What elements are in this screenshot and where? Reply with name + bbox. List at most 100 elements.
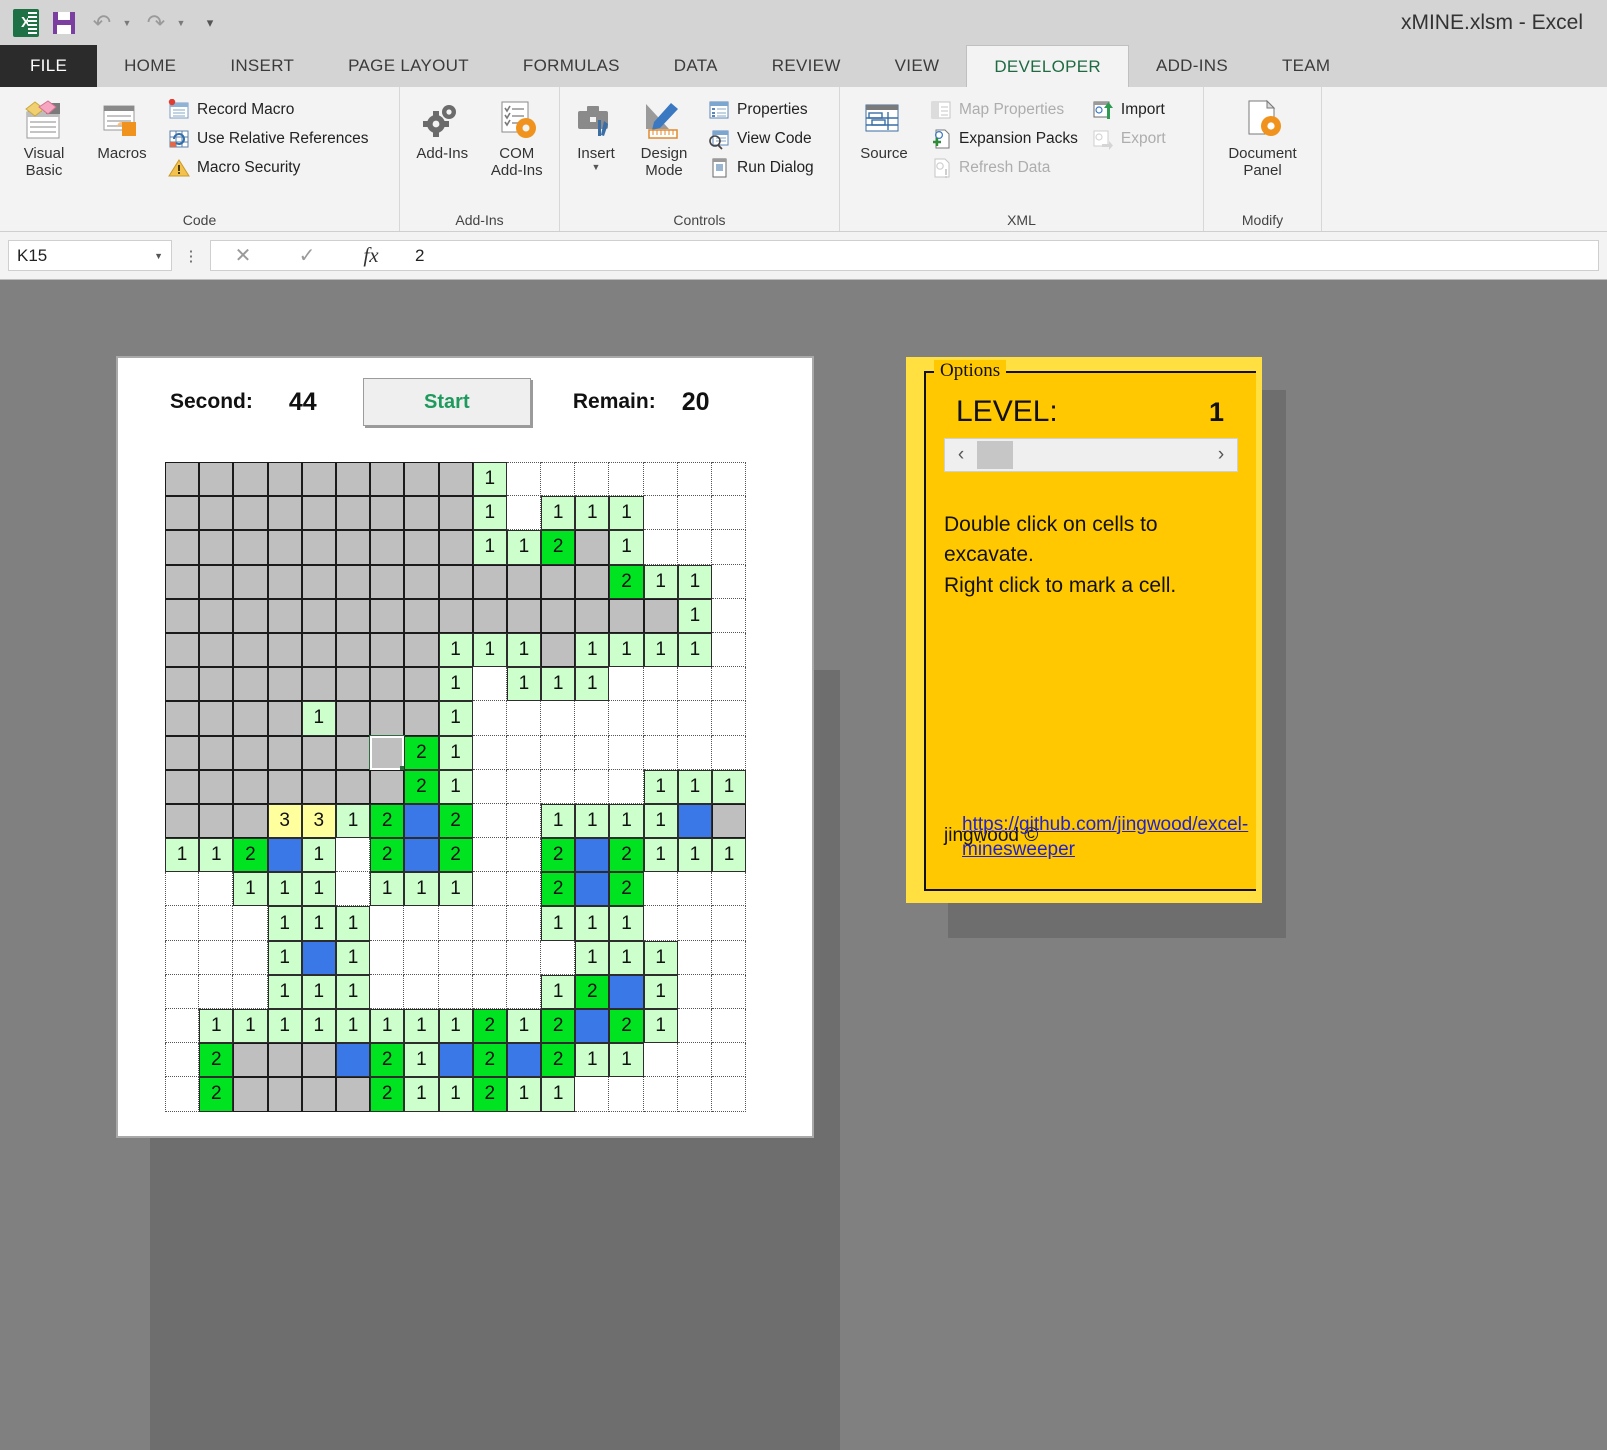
grid-cell[interactable]: 1 xyxy=(404,1077,438,1111)
grid-cell[interactable] xyxy=(439,975,473,1009)
tab-review[interactable]: REVIEW xyxy=(745,45,868,87)
grid-cell[interactable]: 1 xyxy=(575,941,609,975)
grid-cell[interactable] xyxy=(609,736,643,770)
grid-cell[interactable] xyxy=(439,530,473,564)
grid-cell[interactable] xyxy=(609,975,643,1009)
grid-cell[interactable] xyxy=(712,633,746,667)
grid-cell[interactable] xyxy=(575,770,609,804)
grid-cell[interactable] xyxy=(507,599,541,633)
grid-cell[interactable] xyxy=(678,1077,712,1111)
grid-cell[interactable] xyxy=(644,530,678,564)
grid-cell[interactable] xyxy=(302,736,336,770)
grid-cell[interactable] xyxy=(370,701,404,735)
grid-cell[interactable]: 1 xyxy=(678,770,712,804)
grid-cell[interactable]: 1 xyxy=(302,906,336,940)
grid-cell[interactable] xyxy=(233,633,267,667)
grid-cell[interactable] xyxy=(199,872,233,906)
grid-cell[interactable]: 1 xyxy=(678,838,712,872)
grid-cell[interactable] xyxy=(507,975,541,1009)
grid-cell[interactable]: 1 xyxy=(609,530,643,564)
grid-cell[interactable] xyxy=(678,906,712,940)
grid-cell[interactable] xyxy=(370,975,404,1009)
grid-cell[interactable] xyxy=(473,975,507,1009)
grid-cell[interactable] xyxy=(473,770,507,804)
grid-cell[interactable] xyxy=(233,701,267,735)
grid-cell[interactable] xyxy=(644,701,678,735)
grid-cell[interactable] xyxy=(165,496,199,530)
grid-cell[interactable] xyxy=(439,1043,473,1077)
grid-cell[interactable] xyxy=(507,462,541,496)
grid-cell[interactable] xyxy=(199,906,233,940)
grid-cell[interactable] xyxy=(302,496,336,530)
grid-cell[interactable]: 1 xyxy=(336,941,370,975)
grid-cell[interactable] xyxy=(165,565,199,599)
grid-cell[interactable] xyxy=(609,599,643,633)
grid-cell[interactable] xyxy=(575,701,609,735)
grid-cell[interactable] xyxy=(644,1043,678,1077)
grid-cell[interactable] xyxy=(233,941,267,975)
record-macro-button[interactable]: Record Macro xyxy=(164,97,372,123)
grid-cell[interactable]: 1 xyxy=(439,701,473,735)
grid-cell[interactable] xyxy=(609,770,643,804)
grid-cell[interactable] xyxy=(233,565,267,599)
use-relative-references-button[interactable]: Use Relative References xyxy=(164,126,372,152)
grid-cell[interactable] xyxy=(302,565,336,599)
grid-cell[interactable] xyxy=(644,496,678,530)
grid-cell[interactable] xyxy=(404,633,438,667)
view-code-button[interactable]: View Code xyxy=(704,126,818,152)
level-scrollbar[interactable]: ‹ › xyxy=(944,438,1238,472)
grid-cell[interactable]: 1 xyxy=(507,1009,541,1043)
grid-cell[interactable] xyxy=(644,1077,678,1111)
grid-cell[interactable]: 1 xyxy=(678,599,712,633)
document-panel-button[interactable]: Document Panel xyxy=(1215,93,1311,180)
tab-team[interactable]: TEAM xyxy=(1255,45,1357,87)
grid-cell[interactable] xyxy=(165,701,199,735)
grid-cell[interactable] xyxy=(336,1077,370,1111)
grid-cell[interactable] xyxy=(678,1043,712,1077)
grid-cell[interactable] xyxy=(165,1077,199,1111)
grid-cell[interactable] xyxy=(165,804,199,838)
grid-cell[interactable]: 1 xyxy=(404,872,438,906)
grid-cell[interactable]: 2 xyxy=(439,804,473,838)
grid-cell[interactable]: 1 xyxy=(268,1009,302,1043)
grid-cell[interactable]: 2 xyxy=(575,975,609,1009)
grid-cell[interactable] xyxy=(473,941,507,975)
grid-cell[interactable]: 2 xyxy=(199,1043,233,1077)
grid-cell[interactable] xyxy=(404,496,438,530)
grid-cell[interactable]: 2 xyxy=(541,1043,575,1077)
grid-cell[interactable]: 2 xyxy=(609,565,643,599)
grid-cell[interactable]: 2 xyxy=(541,872,575,906)
formula-bar-expand-handle[interactable]: ⋮ xyxy=(172,247,210,265)
grid-cell[interactable]: 1 xyxy=(473,496,507,530)
grid-cell[interactable] xyxy=(473,667,507,701)
grid-cell[interactable]: 1 xyxy=(541,975,575,1009)
grid-cell[interactable]: 1 xyxy=(165,838,199,872)
grid-cell[interactable] xyxy=(404,838,438,872)
grid-cell[interactable] xyxy=(336,838,370,872)
grid-cell[interactable]: 2 xyxy=(473,1077,507,1111)
grid-cell[interactable]: 1 xyxy=(609,941,643,975)
grid-cell[interactable] xyxy=(644,906,678,940)
grid-cell[interactable]: 1 xyxy=(541,667,575,701)
grid-cell[interactable] xyxy=(336,701,370,735)
grid-cell[interactable] xyxy=(712,1077,746,1111)
grid-cell[interactable] xyxy=(712,736,746,770)
grid-cell[interactable] xyxy=(370,530,404,564)
grid-cell[interactable] xyxy=(575,736,609,770)
add-ins-button[interactable]: Add-Ins xyxy=(408,93,477,162)
grid-cell[interactable] xyxy=(404,565,438,599)
grid-cell[interactable] xyxy=(268,667,302,701)
grid-cell[interactable] xyxy=(644,872,678,906)
start-button[interactable]: Start xyxy=(363,378,531,426)
tab-file[interactable]: FILE xyxy=(0,45,97,87)
grid-cell[interactable]: 1 xyxy=(644,565,678,599)
grid-cell[interactable]: 1 xyxy=(644,838,678,872)
grid-cell[interactable]: 1 xyxy=(199,838,233,872)
grid-cell[interactable] xyxy=(507,804,541,838)
grid-cell[interactable] xyxy=(439,941,473,975)
grid-cell[interactable] xyxy=(678,530,712,564)
tab-home[interactable]: HOME xyxy=(97,45,203,87)
grid-cell[interactable] xyxy=(609,1077,643,1111)
grid-cell[interactable] xyxy=(541,736,575,770)
grid-cell[interactable] xyxy=(199,667,233,701)
